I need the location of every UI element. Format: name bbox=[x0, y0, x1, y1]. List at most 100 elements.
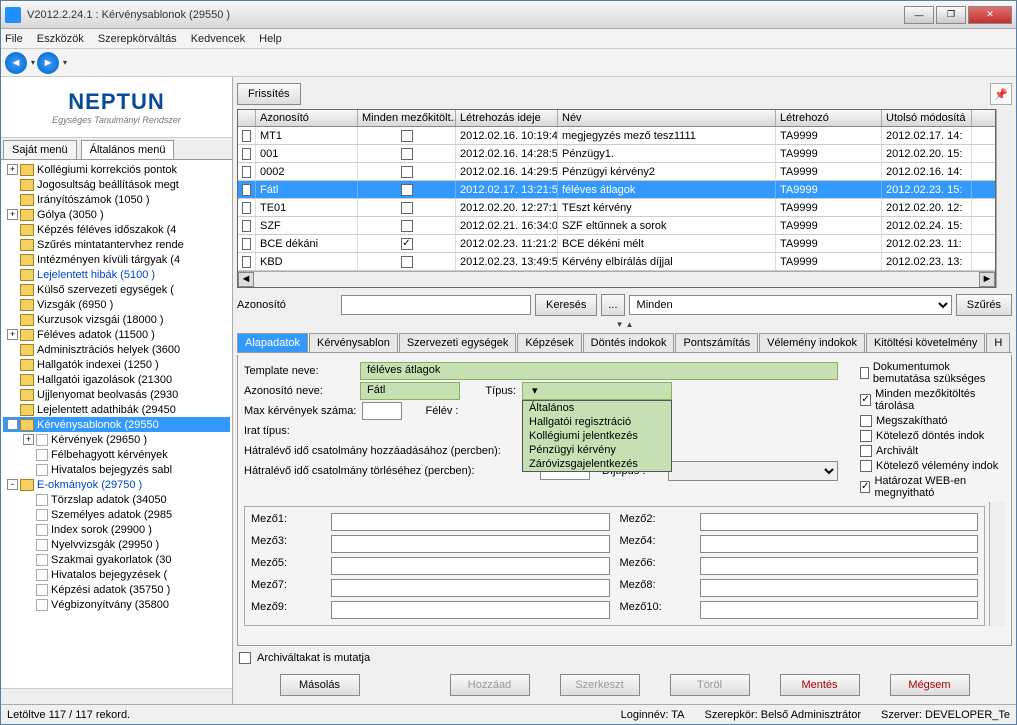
delete-button[interactable]: Töröl bbox=[670, 674, 750, 696]
detail-tab[interactable]: Kitöltési követelmény bbox=[866, 333, 985, 352]
tree-item[interactable]: -E-okmányok (29750 ) bbox=[3, 477, 230, 492]
col-creator[interactable]: Létrehozó bbox=[776, 110, 882, 126]
tree-item[interactable]: +Kérvények (29650 ) bbox=[3, 432, 230, 447]
field-input[interactable] bbox=[700, 579, 979, 597]
menu-file[interactable]: File bbox=[5, 33, 23, 45]
table-row[interactable]: KBD2012.02.23. 13:49:5Kérvény elbírálás … bbox=[238, 253, 995, 271]
table-row[interactable]: BCE dékáni2012.02.23. 11:21:2BCE dékéni … bbox=[238, 235, 995, 253]
menu-roleswitch[interactable]: Szerepkörváltás bbox=[98, 33, 177, 45]
search-input[interactable] bbox=[341, 295, 531, 315]
table-row[interactable]: 00022012.02.16. 14:29:5Pénzügyi kérvény2… bbox=[238, 163, 995, 181]
chk-decision[interactable] bbox=[860, 430, 872, 442]
field-input[interactable] bbox=[331, 513, 610, 531]
field-input[interactable] bbox=[700, 513, 979, 531]
field-input[interactable] bbox=[700, 601, 979, 619]
type-option[interactable]: Kollégiumi jelentkezés bbox=[523, 429, 671, 443]
col-created[interactable]: Létrehozás ideje bbox=[456, 110, 558, 126]
col-name[interactable]: Név bbox=[558, 110, 776, 126]
add-button[interactable]: Hozzáad bbox=[450, 674, 530, 696]
nav-back-button[interactable]: ◄ bbox=[5, 52, 27, 74]
search-browse-button[interactable]: ... bbox=[601, 294, 624, 316]
chk-show-archived[interactable] bbox=[239, 652, 251, 664]
tree-item[interactable]: Lejelentett hibák (5100 ) bbox=[3, 267, 230, 282]
tree-scrollbar[interactable] bbox=[1, 688, 232, 704]
grid-scroll-left[interactable]: ◄ bbox=[238, 272, 254, 287]
tree-item[interactable]: Nyelvvizsgák (29950 ) bbox=[3, 537, 230, 552]
detail-tab[interactable]: Pontszámítás bbox=[675, 333, 758, 352]
detail-tab[interactable]: Döntés indokok bbox=[583, 333, 675, 352]
tree-item[interactable]: Hivatalos bejegyzés sabl bbox=[3, 462, 230, 477]
navigation-tree[interactable]: +Kollégiumi korrekciós pontokJogosultság… bbox=[1, 160, 232, 688]
menu-help[interactable]: Help bbox=[259, 33, 282, 45]
tree-item[interactable]: Intézményen kívüli tárgyak (4 bbox=[3, 252, 230, 267]
tree-item[interactable]: Szakmai gyakorlatok (30 bbox=[3, 552, 230, 567]
fields-vscroll[interactable] bbox=[989, 502, 1005, 626]
search-scope-select[interactable]: Minden bbox=[629, 295, 952, 315]
chk-archived[interactable] bbox=[860, 445, 872, 457]
table-row[interactable]: MT12012.02.16. 10:19:4megjegyzés mező te… bbox=[238, 127, 995, 145]
tree-item[interactable]: Hivatalos bejegyzések ( bbox=[3, 567, 230, 582]
col-id[interactable]: Azonosító bbox=[256, 110, 358, 126]
tree-item[interactable]: Vizsgák (6950 ) bbox=[3, 297, 230, 312]
field-input[interactable] bbox=[331, 535, 610, 553]
chk-docs[interactable] bbox=[860, 367, 869, 379]
search-button[interactable]: Keresés bbox=[535, 294, 597, 316]
type-options[interactable]: ÁltalánosHallgatói regisztrációKollégium… bbox=[522, 400, 672, 472]
tree-item[interactable]: Kurzusok vizsgái (18000 ) bbox=[3, 312, 230, 327]
menu-tools[interactable]: Eszközök bbox=[37, 33, 84, 45]
detail-tab[interactable]: Vélemény indokok bbox=[759, 333, 865, 352]
type-dropdown[interactable]: ▾ ÁltalánosHallgatói regisztrációKollégi… bbox=[522, 382, 672, 400]
tree-item[interactable]: Képzési adatok (35750 ) bbox=[3, 582, 230, 597]
tree-item[interactable]: Hallgatók indexei (1250 ) bbox=[3, 357, 230, 372]
cancel-button[interactable]: Mégsem bbox=[890, 674, 970, 696]
type-option[interactable]: Általános bbox=[523, 401, 671, 415]
tree-item[interactable]: Ujjlenyomat beolvasás (2930 bbox=[3, 387, 230, 402]
filter-button[interactable]: Szűrés bbox=[956, 294, 1012, 316]
tree-item[interactable]: Szűrés mintatantervhez rende bbox=[3, 237, 230, 252]
col-all[interactable]: Minden mezőkitölt... bbox=[358, 110, 456, 126]
tree-item[interactable]: Lejelentett adathibák (29450 bbox=[3, 402, 230, 417]
field-input[interactable] bbox=[331, 557, 610, 575]
tree-item[interactable]: Adminisztrációs helyek (3600 bbox=[3, 342, 230, 357]
close-button[interactable]: ✕ bbox=[968, 6, 1012, 24]
col-lastmod[interactable]: Utolsó módosítá bbox=[882, 110, 972, 126]
feetype-select[interactable] bbox=[668, 461, 838, 481]
tree-item[interactable]: -Kérvénysablonok (29550 bbox=[3, 417, 230, 432]
tree-item[interactable]: +Gólya (3050 ) bbox=[3, 207, 230, 222]
menu-favorites[interactable]: Kedvencek bbox=[191, 33, 245, 45]
copy-button[interactable]: Másolás bbox=[280, 674, 360, 696]
save-button[interactable]: Mentés bbox=[780, 674, 860, 696]
chk-allstore[interactable] bbox=[860, 394, 871, 406]
tree-item[interactable]: +Kollégiumi korrekciós pontok bbox=[3, 162, 230, 177]
nav-forward-button[interactable]: ► bbox=[37, 52, 59, 74]
tree-item[interactable]: Végbizonyítvány (35800 bbox=[3, 597, 230, 612]
detail-tab[interactable]: Kérvénysablon bbox=[309, 333, 398, 352]
tree-item[interactable]: Törzslap adatok (34050 bbox=[3, 492, 230, 507]
field-input[interactable] bbox=[331, 601, 610, 619]
tab-own-menu[interactable]: Saját menü bbox=[3, 140, 77, 159]
field-input[interactable] bbox=[700, 535, 979, 553]
type-option[interactable]: Záróvizsgajelentkezés bbox=[523, 457, 671, 471]
chk-web[interactable] bbox=[860, 481, 870, 493]
tree-item[interactable]: Hallgatói igazolások (21300 bbox=[3, 372, 230, 387]
table-row[interactable]: TE012012.02.20. 12:27:1TEszt kérvényTA99… bbox=[238, 199, 995, 217]
maximize-button[interactable]: ❐ bbox=[936, 6, 966, 24]
tab-general-menu[interactable]: Általános menü bbox=[81, 140, 175, 159]
refresh-button[interactable]: Frissítés bbox=[237, 83, 301, 105]
tree-item[interactable]: Személyes adatok (2985 bbox=[3, 507, 230, 522]
detail-tab[interactable]: Képzések bbox=[517, 333, 581, 352]
pin-icon[interactable]: 📌 bbox=[990, 83, 1012, 105]
table-row[interactable]: Fátl2012.02.17. 13:21:5féléves átlagokTA… bbox=[238, 181, 995, 199]
tree-item[interactable]: +Féléves adatok (11500 ) bbox=[3, 327, 230, 342]
minimize-button[interactable]: — bbox=[904, 6, 934, 24]
detail-tab[interactable]: Szervezeti egységek bbox=[399, 333, 517, 352]
field-input[interactable] bbox=[331, 579, 610, 597]
tree-item[interactable]: Irányítószámok (1050 ) bbox=[3, 192, 230, 207]
edit-button[interactable]: Szerkeszt bbox=[560, 674, 640, 696]
table-row[interactable]: 0012012.02.16. 14:28:5Pénzügy1.TA9999201… bbox=[238, 145, 995, 163]
tree-item[interactable]: Félbehagyott kérvények bbox=[3, 447, 230, 462]
nav-forward-dropdown[interactable]: ▾ bbox=[63, 58, 67, 67]
field-input[interactable] bbox=[700, 557, 979, 575]
table-row[interactable]: SZF2012.02.21. 16:34:0SZF eltűnnek a sor… bbox=[238, 217, 995, 235]
grid-scroll-right[interactable]: ► bbox=[979, 272, 995, 287]
